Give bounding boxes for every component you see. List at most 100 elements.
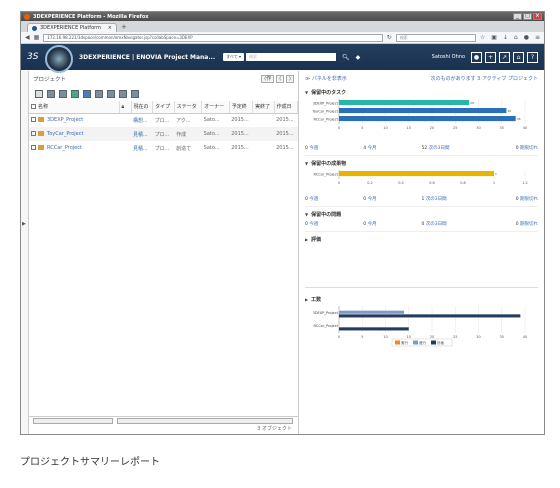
x-tick-label: 5 <box>361 126 363 130</box>
cell-current[interactable]: 見積... <box>133 146 148 152</box>
search-scope-button[interactable]: すべて ▾ <box>223 53 245 61</box>
table-row[interactable]: 3DEXP_Project 構想... プロ... アク... Sato... … <box>29 113 298 127</box>
new-icon[interactable] <box>35 90 43 98</box>
count-this-month[interactable]: 0 今月 <box>363 196 421 202</box>
deliverables-header[interactable]: ▼ 保留中の成果物 <box>305 158 538 168</box>
user-name[interactable]: Satoshi Ohno <box>432 54 465 60</box>
nav-first-button[interactable]: ⟨作 <box>261 75 275 83</box>
collapsed-triangle-icon: ▶ <box>305 296 309 302</box>
tools-icon[interactable] <box>131 90 139 98</box>
deliverables-counts: 0 今週 0 今月 1 次の3日間 0 期限切れ <box>305 194 538 207</box>
col-actual-end[interactable]: 実終了 <box>252 101 275 114</box>
url-bar[interactable]: 172.16.98.221/3dspace/common/emxNavigato… <box>43 33 383 42</box>
count-next-3-days[interactable]: 52 次の3日間 <box>422 145 480 151</box>
compass-icon[interactable] <box>45 45 73 73</box>
cell-planned-end: 2015... <box>231 117 249 124</box>
count-this-week[interactable]: 0 今週 <box>305 221 363 227</box>
filter-icon[interactable] <box>107 90 115 98</box>
assessment-header[interactable]: ▶ 評価 <box>305 234 538 244</box>
expand-arrow-icon[interactable]: ▶ <box>22 221 26 227</box>
browser-search-input[interactable]: 検索 <box>395 33 476 42</box>
menu-icon[interactable]: ≡ <box>535 34 540 41</box>
project-icon <box>38 145 44 150</box>
col-icon[interactable]: 🔒︎ <box>119 101 132 114</box>
col-planned-end[interactable]: 予定終 <box>229 101 254 114</box>
col-status[interactable]: ステータ <box>174 101 203 114</box>
col-current[interactable]: 現在の <box>131 101 154 114</box>
col-created[interactable]: 作成日 <box>274 101 299 114</box>
help-icon[interactable]: ? <box>527 51 538 63</box>
app-title: 3DEXPERIENCE | ENOVIA Project Mana... <box>79 53 216 61</box>
view-icon[interactable] <box>47 90 55 98</box>
count-next-3-days[interactable]: 0 次の3日間 <box>422 221 480 227</box>
count-overdue[interactable]: 0 期限切れ <box>480 221 538 227</box>
profile-icon[interactable]: ● <box>471 51 482 63</box>
table-row[interactable]: ToyCar_Project 見積... プロ... 作成 Sato... 20… <box>29 127 298 141</box>
left-panel-handle[interactable]: ▶ <box>21 71 29 434</box>
tasks-bar-chart: 0 5 10 15 20 25 30 35 40 3DEXP_Project 28 ToyCar_Pr… <box>311 99 527 130</box>
issues-header[interactable]: ▼ 保留中の問題 <box>305 209 538 219</box>
cell-current[interactable]: 構想... <box>133 118 148 124</box>
chart-icon[interactable] <box>83 90 91 98</box>
maximize-button[interactable]: □ <box>523 13 532 20</box>
tab-close-icon[interactable]: × <box>108 25 112 31</box>
project-link[interactable]: ToyCar_Project <box>47 131 83 137</box>
col-type[interactable]: タイプ <box>152 101 175 114</box>
bar-value-label: 1 <box>495 172 497 176</box>
row-checkbox[interactable] <box>31 117 36 123</box>
cell-type: プロ... <box>154 131 170 138</box>
row-checkbox[interactable] <box>31 145 36 150</box>
nav-next-button[interactable]: ⟩ <box>286 75 294 83</box>
count-this-month[interactable]: 0 今月 <box>363 221 421 227</box>
copy-icon[interactable] <box>95 90 103 98</box>
bookmark-star-icon[interactable]: ☆ <box>480 34 485 41</box>
new-tab-button[interactable]: + <box>121 23 127 32</box>
minimize-button[interactable]: _ <box>513 13 522 20</box>
project-link[interactable]: RCCar_Project <box>47 145 82 151</box>
cell-current[interactable]: 見積... <box>133 132 148 138</box>
col-owner[interactable]: オーナー <box>201 101 230 114</box>
effort-header[interactable]: ▶ 工数 <box>305 294 538 304</box>
info-icon[interactable]: ▦ <box>34 34 40 41</box>
col-name[interactable]: 名称 <box>29 101 120 114</box>
legend-swatch <box>413 340 418 345</box>
count-overdue[interactable]: 0 期限切れ <box>480 145 538 151</box>
count-overdue[interactable]: 0 期限切れ <box>480 196 538 202</box>
add-icon[interactable]: + <box>485 51 496 63</box>
tasks-header[interactable]: ▼ 保留中のタスク <box>305 87 538 97</box>
table-settings-icon[interactable] <box>119 90 127 98</box>
select-all-checkbox[interactable] <box>31 104 36 110</box>
row-checkbox[interactable] <box>31 131 36 136</box>
export-icon[interactable] <box>71 90 79 98</box>
grid-icon[interactable] <box>59 90 67 98</box>
share-icon[interactable]: ↗ <box>499 51 510 63</box>
nav-prev-button[interactable]: ⟨ <box>276 75 285 83</box>
clipboard-icon[interactable]: ▣ <box>491 34 497 41</box>
reload-icon[interactable]: ↻ <box>387 34 392 41</box>
count-this-week[interactable]: 0 今週 <box>305 196 363 202</box>
table-row[interactable]: RCCar_Project 見積... プロ... 創造て Sato... 20… <box>29 141 298 155</box>
back-icon[interactable]: ◀ <box>25 34 30 41</box>
count-this-week[interactable]: 0 今週 <box>305 145 363 151</box>
tag-icon[interactable]: ◆ <box>356 54 361 61</box>
search-icon[interactable]: 🔍︎ <box>342 54 350 61</box>
close-button[interactable]: × <box>533 13 542 20</box>
bar <box>339 100 470 106</box>
cell-actual-end <box>253 127 275 141</box>
x-tick-label: 1.2 <box>522 181 528 185</box>
left-scrollbar[interactable] <box>33 417 113 424</box>
right-scrollbar[interactable] <box>117 417 293 424</box>
project-link[interactable]: 3DEXP_Project <box>47 117 83 123</box>
active-projects-link[interactable]: 次のものがあります 3 アクティブ プロジェクト <box>431 75 538 82</box>
browser-tab[interactable]: 3DEXPERIENCE Platform × <box>27 23 117 32</box>
cell-created: 2015... <box>276 131 294 137</box>
download-icon[interactable]: ↓ <box>503 34 508 41</box>
app-search-input[interactable]: 検索 <box>246 53 337 61</box>
count-this-month[interactable]: 4 今月 <box>363 145 421 151</box>
home-app-icon[interactable]: ⌂ <box>513 51 524 63</box>
hide-panel-link[interactable]: ≫ パネルを非表示 <box>305 75 347 82</box>
x-tick-label: 30 <box>476 126 480 130</box>
count-next-3-days[interactable]: 1 次の3日間 <box>422 196 480 202</box>
home-icon[interactable]: ⌂ <box>514 34 518 41</box>
chat-icon[interactable]: ● <box>524 34 529 41</box>
